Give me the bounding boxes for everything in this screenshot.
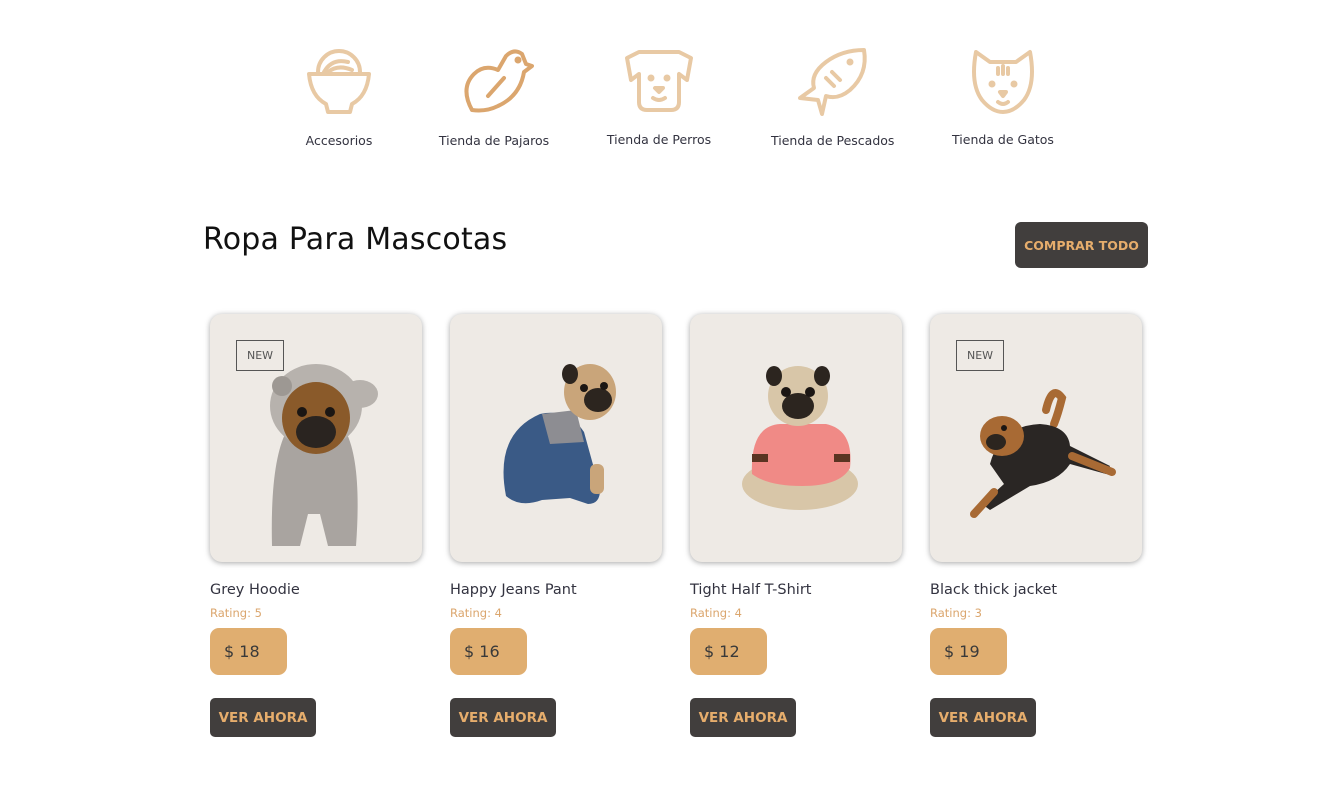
category-accesorios[interactable]: Accesorios [288, 44, 390, 148]
fish-icon [798, 48, 867, 116]
category-label: Tienda de Perros [606, 132, 712, 147]
category-gatos[interactable]: Tienda de Gatos [950, 44, 1056, 147]
product-price: $ 12 [690, 628, 767, 675]
pug-pink-shirt-image [742, 366, 858, 510]
category-perros[interactable]: Tienda de Perros [605, 44, 713, 147]
product-rating: Rating: 3 [930, 606, 982, 620]
product-name[interactable]: Grey Hoodie [210, 582, 300, 598]
shop-all-button[interactable]: COMPRAR TODO [1015, 222, 1148, 268]
product-rating: Rating: 4 [450, 606, 502, 620]
product-name[interactable]: Tight Half T-Shirt [690, 582, 812, 598]
view-now-button[interactable]: VER AHORA [210, 698, 316, 737]
category-pescados[interactable]: Tienda de Pescados [771, 44, 894, 148]
category-label: Tienda de Pescados [771, 133, 895, 148]
product-image[interactable]: NEW [930, 314, 1142, 562]
pug-jeans-overall-image [503, 364, 616, 504]
new-badge: NEW [236, 340, 284, 371]
product-price: $ 16 [450, 628, 527, 675]
product-card: NEW Black thick jacket Rating: 3 $ 19 VE… [930, 314, 1142, 737]
product-image[interactable]: NEW [210, 314, 422, 562]
view-now-button[interactable]: VER AHORA [930, 698, 1036, 737]
category-label: Tienda de Pajaros [438, 133, 550, 148]
category-label: Accesorios [305, 133, 373, 148]
product-card: NEW Grey Hoodie Rating: 5 $ 18 VER AHORA [210, 314, 422, 737]
product-price: $ 18 [210, 628, 287, 675]
product-image[interactable] [450, 314, 662, 562]
bowl-icon [307, 49, 371, 114]
product-rating: Rating: 4 [690, 606, 742, 620]
product-name[interactable]: Black thick jacket [930, 582, 1057, 598]
product-rating: Rating: 5 [210, 606, 262, 620]
category-pajaros[interactable]: Tienda de Pajaros [438, 44, 550, 148]
dog-icon [625, 50, 693, 112]
product-name[interactable]: Happy Jeans Pant [450, 582, 577, 598]
cat-icon [972, 50, 1034, 114]
category-label: Tienda de Gatos [952, 132, 1054, 147]
view-now-button[interactable]: VER AHORA [690, 698, 796, 737]
bird-icon [464, 49, 534, 113]
product-price: $ 19 [930, 628, 1007, 675]
new-badge: NEW [956, 340, 1004, 371]
view-now-button[interactable]: VER AHORA [450, 698, 556, 737]
product-card: Tight Half T-Shirt Rating: 4 $ 12 VER AH… [690, 314, 902, 737]
product-card: Happy Jeans Pant Rating: 4 $ 16 VER AHOR… [450, 314, 662, 737]
section-title: Ropa Para Mascotas [203, 222, 508, 257]
product-image[interactable] [690, 314, 902, 562]
